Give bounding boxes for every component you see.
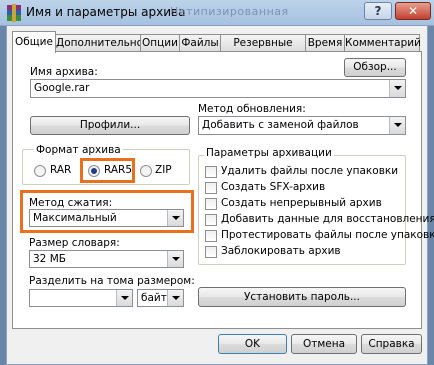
option-test-checkbox[interactable] xyxy=(205,230,217,242)
option-solid-checkbox[interactable] xyxy=(205,198,217,210)
archive-name-value: Google.rar xyxy=(34,82,90,94)
archive-name-combo[interactable]: Google.rar xyxy=(30,79,406,98)
format-rar5-label[interactable]: RAR5 xyxy=(104,164,132,176)
format-zip-radio[interactable] xyxy=(140,165,152,177)
option-sfx-label[interactable]: Создать SFX-архив xyxy=(221,181,325,193)
split-unit-dropdown-icon[interactable] xyxy=(167,290,183,306)
option-sfx-checkbox[interactable] xyxy=(205,182,217,194)
update-method-dropdown-icon[interactable] xyxy=(389,117,405,134)
format-zip-label[interactable]: ZIP xyxy=(155,164,172,176)
background-window-text: Нетипизированная xyxy=(170,5,289,18)
tab-comment[interactable]: Комментарий xyxy=(344,34,421,52)
archive-format-label: Формат архива xyxy=(34,144,123,156)
dictionary-size-dropdown-icon[interactable] xyxy=(167,251,183,267)
update-method-label: Метод обновления: xyxy=(198,103,306,115)
title-help-button[interactable]: ? xyxy=(364,2,392,20)
option-test-label[interactable]: Протестировать файлы после упаковки xyxy=(221,229,434,241)
compression-select[interactable]: Максимальный xyxy=(29,209,184,227)
option-lock-checkbox[interactable] xyxy=(205,246,217,258)
split-volumes-dropdown-icon[interactable] xyxy=(116,290,132,306)
tab-general[interactable]: Общие xyxy=(12,31,56,53)
dictionary-size-value: 32 МБ xyxy=(33,253,66,265)
split-unit-select[interactable]: байт xyxy=(137,289,184,307)
ok-button[interactable]: OK xyxy=(218,334,287,354)
profiles-button[interactable]: Профили... xyxy=(30,116,190,135)
option-lock-label[interactable]: Заблокировать архив xyxy=(221,245,341,257)
tab-options[interactable]: Опции xyxy=(140,34,180,52)
split-volumes-combo[interactable] xyxy=(29,289,133,307)
format-rar-radio[interactable] xyxy=(34,165,46,177)
cancel-button[interactable]: Отмена xyxy=(291,334,357,354)
format-rar5-radio[interactable] xyxy=(88,165,100,177)
tab-files[interactable]: Файлы xyxy=(179,34,221,52)
archive-options-label: Параметры архивации xyxy=(204,147,334,159)
tab-backup[interactable]: Резервные копии xyxy=(220,34,306,66)
option-delete-files-label[interactable]: Удалить файлы после упаковки xyxy=(221,165,398,177)
option-solid-label[interactable]: Создать непрерывный архив xyxy=(221,197,382,209)
tab-time[interactable]: Время xyxy=(305,34,345,52)
format-rar-label[interactable]: RAR xyxy=(50,164,71,176)
winrar-app-icon xyxy=(6,4,22,22)
dictionary-size-label: Размер словаря: xyxy=(29,237,120,249)
update-method-value: Добавить с заменой файлов xyxy=(202,119,359,131)
dictionary-size-select[interactable]: 32 МБ xyxy=(29,250,184,268)
compression-label: Метод сжатия: xyxy=(29,197,113,209)
compression-dropdown-icon[interactable] xyxy=(167,210,183,226)
split-unit-value: байт xyxy=(141,292,167,304)
option-delete-files-checkbox[interactable] xyxy=(205,166,217,178)
window-title: Имя и параметры архива xyxy=(26,5,186,19)
set-password-button[interactable]: Установить пароль... xyxy=(198,287,406,307)
archive-name-dropdown-icon[interactable] xyxy=(389,80,405,97)
tab-strip: Общие Дополнительно Опции Файлы Резервны… xyxy=(12,31,422,66)
archive-name-label: Имя архива: xyxy=(30,66,98,78)
tab-advanced[interactable]: Дополнительно xyxy=(55,34,143,52)
update-method-select[interactable]: Добавить с заменой файлов xyxy=(198,116,406,135)
close-button[interactable]: ✕ xyxy=(395,2,431,20)
browse-button[interactable]: Обзор... xyxy=(344,58,406,77)
compression-value: Максимальный xyxy=(33,212,117,224)
help-button[interactable]: Справка xyxy=(361,334,422,354)
option-recovery-label[interactable]: Добавить данные для восстановления xyxy=(221,213,434,225)
split-volumes-label: Разделить на тома размером: xyxy=(29,275,195,287)
option-recovery-checkbox[interactable] xyxy=(205,214,217,226)
